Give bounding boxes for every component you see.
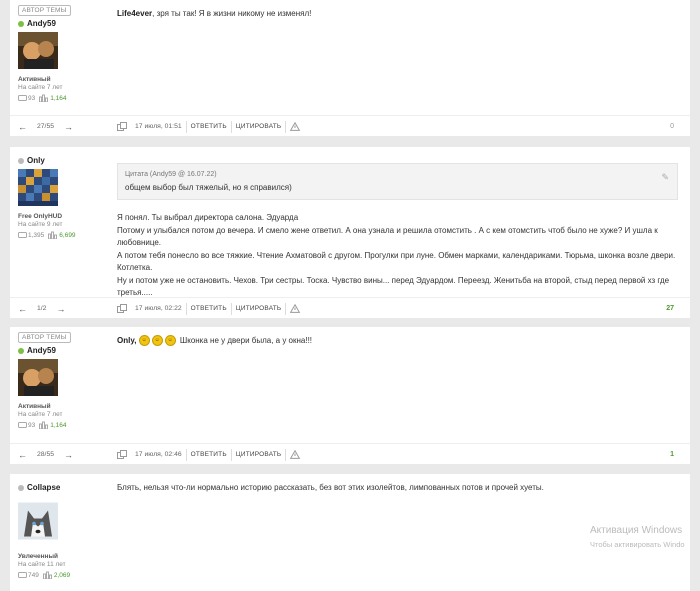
pin-icon[interactable]: ✎ [661, 171, 669, 184]
quote-button[interactable]: ЦИТИРОВАТЬ [236, 305, 282, 312]
user-stats: 1,395 6,699 [18, 231, 113, 239]
comment-icon [18, 231, 27, 238]
rating-icon [48, 231, 58, 239]
avatar[interactable] [18, 496, 58, 546]
likes-count[interactable]: 27 [666, 305, 674, 312]
comment-icon [18, 94, 27, 101]
post-content: Life4ever, зря ты так! Я в жизни никому … [117, 9, 312, 18]
topic-author-badge: АВТОР ТЕМЫ [18, 332, 71, 343]
author-panel: Collapse Увлеченный На сайте 11 лет 749 … [18, 474, 113, 579]
prev-arrow-icon[interactable]: ← [18, 304, 27, 314]
next-arrow-icon[interactable]: → [64, 450, 73, 460]
windows-activation-watermark: Активация Windows Чтобы активировать Win… [590, 525, 685, 549]
username[interactable]: Collapse [18, 483, 113, 492]
post-date: 17 июля, 01:51 [135, 123, 182, 130]
post: Only Free OnlyHUD На сайте 9 лет 1,395 6… [10, 147, 690, 318]
post-date: 17 июля, 02:46 [135, 451, 182, 458]
offline-status-icon [18, 484, 24, 491]
post-actions: 17 июля, 01:51 ОТВЕТИТЬ ЦИТИРОВАТЬ [117, 120, 301, 133]
user-stats: 93 1,164 [18, 421, 113, 429]
quote-text: общем выбор был тяжелый, но я справился) [125, 182, 292, 192]
user-rank: Free OnlyHUD [18, 213, 63, 220]
likes-count[interactable]: 1 [670, 451, 674, 458]
offline-status-icon [18, 157, 24, 164]
post: Collapse Увлеченный На сайте 11 лет 749 … [10, 474, 690, 591]
avatar[interactable] [18, 169, 58, 206]
emoji-icon: ☺ [138, 335, 150, 347]
next-arrow-icon[interactable]: → [56, 304, 65, 314]
rating-icon [39, 94, 49, 102]
report-warning-icon[interactable] [290, 304, 301, 313]
author-panel: Only Free OnlyHUD На сайте 9 лет 1,395 6… [18, 147, 113, 239]
post-text-line: Я понял. Ты выбрал директора салона. Эду… [117, 213, 299, 222]
post-content: Цитата (Andy59 @ 16.07.22) общем выбор б… [117, 163, 678, 300]
copy-link-icon[interactable] [117, 450, 127, 459]
author-panel: АВТОР ТЕМЫ Andy59 Активный На сайте 7 ле… [18, 327, 113, 429]
username[interactable]: Only [18, 156, 113, 165]
reply-button[interactable]: ОТВЕТИТЬ [191, 123, 227, 130]
member-since: На сайте 7 лет [18, 411, 63, 418]
quote-button[interactable]: ЦИТИРОВАТЬ [236, 123, 282, 130]
post: АВТОР ТЕМЫ Andy59 Активный На сайте 7 ле… [10, 0, 690, 136]
user-stats: 749 2,069 [18, 571, 113, 579]
mention[interactable]: Only [117, 336, 134, 345]
post-content: Блять, нельзя что-ли нормально историю р… [117, 483, 544, 492]
post: АВТОР ТЕМЫ Andy59 Активный На сайте 7 ле… [10, 327, 690, 464]
quote-block: Цитата (Andy59 @ 16.07.22) общем выбор б… [117, 163, 678, 200]
online-status-icon [18, 347, 24, 354]
post-text-line: Ну и потом уже не остановить. Чехов. Три… [117, 275, 670, 298]
online-status-icon [18, 20, 24, 27]
post-pagination: ← 1/2 → [18, 303, 66, 314]
emoji-icon: ☺ [164, 335, 176, 347]
topic-author-badge: АВТОР ТЕМЫ [18, 5, 71, 16]
user-rank: Активный [18, 403, 51, 410]
post-content: Only, ☺ ☺ ☺ Шконка не у двери была, а у ок… [117, 335, 313, 347]
comment-icon [18, 571, 27, 578]
prev-arrow-icon[interactable]: ← [18, 450, 27, 460]
username[interactable]: Andy59 [18, 346, 113, 355]
report-warning-icon[interactable] [290, 122, 301, 131]
quote-button[interactable]: ЦИТИРОВАТЬ [236, 451, 282, 458]
avatar[interactable] [18, 359, 58, 396]
member-since: На сайте 7 лет [18, 84, 63, 91]
user-stats: 93 1,164 [18, 94, 113, 102]
mention[interactable]: Life4ever [117, 9, 152, 18]
rating-icon [39, 421, 49, 429]
post-text-line: Потому и улыбался потом до вечера. И сме… [117, 225, 658, 248]
quote-header: Цитата (Andy59 @ 16.07.22) [125, 171, 217, 178]
rating-icon [42, 571, 52, 579]
reply-button[interactable]: ОТВЕТИТЬ [191, 451, 227, 458]
copy-link-icon[interactable] [117, 304, 127, 313]
member-since: На сайте 11 лет [18, 561, 66, 568]
member-since: На сайте 9 лет [18, 221, 63, 228]
likes-count[interactable]: 0 [670, 123, 674, 130]
avatar[interactable] [18, 32, 58, 69]
username[interactable]: Andy59 [18, 19, 113, 28]
post-footer: ← 1/2 → 17 июля, 02:22 ОТВЕТИТЬ ЦИТИРОВА… [10, 297, 690, 319]
post-footer: ← 27/55 → 17 июля, 01:51 ОТВЕТИТЬ ЦИТИРО… [10, 115, 690, 137]
report-warning-icon[interactable] [290, 450, 301, 459]
comment-icon [18, 421, 27, 428]
next-arrow-icon[interactable]: → [64, 122, 73, 132]
user-rank: Увлеченный [18, 553, 58, 560]
prev-arrow-icon[interactable]: ← [18, 122, 27, 132]
post-date: 17 июля, 02:22 [135, 305, 182, 312]
post-pagination: ← 28/55 → [18, 449, 74, 460]
copy-link-icon[interactable] [117, 122, 127, 131]
emoji-icon: ☺ [151, 335, 163, 347]
post-actions: 17 июля, 02:46 ОТВЕТИТЬ ЦИТИРОВАТЬ [117, 448, 301, 461]
reply-button[interactable]: ОТВЕТИТЬ [191, 305, 227, 312]
post-text-line: А потом тебя понесло во все тяжкие. Чтен… [117, 250, 676, 273]
post-actions: 17 июля, 02:22 ОТВЕТИТЬ ЦИТИРОВАТЬ [117, 302, 301, 315]
post-pagination: ← 27/55 → [18, 121, 74, 132]
user-rank: Активный [18, 76, 51, 83]
post-footer: ← 28/55 → 17 июля, 02:46 ОТВЕТИТЬ ЦИТИРО… [10, 443, 690, 465]
author-panel: АВТОР ТЕМЫ Andy59 Активный На сайте 7 ле… [18, 0, 113, 102]
